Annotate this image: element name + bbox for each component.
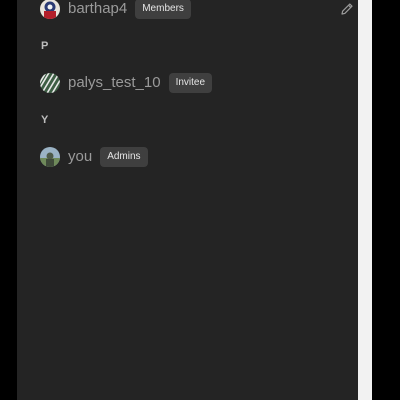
adjacent-panel-edge — [358, 0, 372, 400]
role-badge: Invitee — [168, 73, 213, 93]
member-row-barthap4[interactable]: barthap4 Members — [40, 0, 355, 21]
member-row-you[interactable]: you Admins — [40, 145, 355, 169]
member-row-palys[interactable]: palys_test_10 Invitee — [40, 71, 355, 95]
pencil-icon[interactable] — [339, 1, 355, 17]
group-letter: Y — [41, 114, 49, 126]
avatar-you-image — [40, 147, 60, 167]
role-badge: Members — [135, 0, 191, 19]
role-badge: Admins — [100, 147, 148, 167]
avatar — [40, 73, 60, 93]
avatar-barthap4-image — [40, 0, 60, 19]
member-username: palys_test_10 — [68, 74, 161, 91]
members-panel: barthap4 Members P palys_test_10 Invitee… — [17, 0, 358, 400]
app-frame: barthap4 Members P palys_test_10 Invitee… — [0, 0, 400, 400]
avatar — [40, 0, 60, 19]
member-username: you — [68, 148, 93, 165]
member-username: barthap4 — [68, 0, 128, 17]
avatar — [40, 147, 60, 167]
group-letter: P — [41, 40, 49, 52]
avatar-palys-image — [40, 73, 60, 93]
